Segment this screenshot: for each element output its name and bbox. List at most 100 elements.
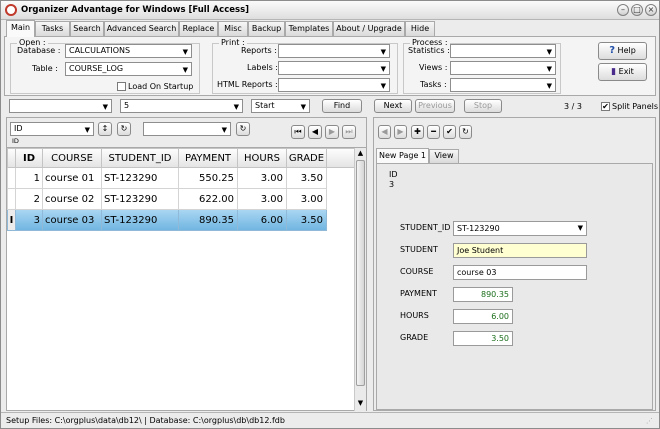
tab-tasks[interactable]: Tasks xyxy=(35,21,70,36)
refresh-icon[interactable]: ↻ xyxy=(117,122,131,136)
tab-hide[interactable]: Hide xyxy=(405,21,435,36)
cell-student-id[interactable]: ST-123290 xyxy=(101,167,179,189)
minimize-button[interactable]: – xyxy=(617,4,629,16)
app-logo-icon xyxy=(5,4,17,16)
views-select[interactable]: ▼ xyxy=(450,61,556,75)
chevron-down-icon: ▼ xyxy=(380,65,386,73)
payment-field[interactable]: 890.35 xyxy=(453,287,513,302)
form-next-icon[interactable]: ▶ xyxy=(394,125,407,139)
cell-course[interactable]: course 03 xyxy=(42,209,102,231)
cell-filler xyxy=(326,209,355,231)
student-id-select[interactable]: ST-123290 ▼ xyxy=(453,221,587,236)
col-header-hours[interactable]: HOURS xyxy=(237,148,287,168)
tab-view[interactable]: View xyxy=(429,149,459,163)
last-record-icon[interactable]: ⏭ xyxy=(342,125,356,139)
cell-id[interactable]: 2 xyxy=(15,188,43,210)
chevron-down-icon: ▼ xyxy=(182,48,188,56)
cell-course[interactable]: course 02 xyxy=(42,188,102,210)
prev-record-icon[interactable]: ◀ xyxy=(308,125,322,139)
student-field[interactable]: Joe Student xyxy=(453,243,587,258)
maximize-button[interactable]: □ xyxy=(631,4,643,16)
stop-button[interactable]: Stop xyxy=(464,99,502,113)
tab-misc[interactable]: Misc xyxy=(218,21,248,36)
cell-grade[interactable]: 3.50 xyxy=(286,167,327,189)
split-panels-checkbox[interactable]: ✔ xyxy=(601,102,610,111)
first-record-icon[interactable]: ⏮ xyxy=(291,125,305,139)
filter-select[interactable]: ▼ xyxy=(143,122,231,136)
close-button[interactable]: × xyxy=(645,4,657,16)
table-row-selected[interactable]: I 3 course 03 ST-123290 890.35 6.00 3.50 xyxy=(7,209,355,231)
delete-record-icon[interactable]: ━ xyxy=(427,125,440,139)
col-header-course[interactable]: COURSE xyxy=(42,148,102,168)
table-row[interactable]: 1 course 01 ST-123290 550.25 3.00 3.50 xyxy=(7,167,355,189)
database-select[interactable]: CALCULATIONS ▼ xyxy=(65,44,192,58)
search-value-select[interactable]: 5 ▼ xyxy=(120,99,243,113)
tab-new-page-1[interactable]: New Page 1 xyxy=(376,148,429,163)
tab-about-upgrade[interactable]: About / Upgrade xyxy=(333,21,405,36)
tab-search[interactable]: Search xyxy=(70,21,104,36)
cell-hours[interactable]: 3.00 xyxy=(237,188,287,210)
cell-payment[interactable]: 890.35 xyxy=(178,209,238,231)
hours-field[interactable]: 6.00 xyxy=(453,309,513,324)
tab-main[interactable]: Main xyxy=(6,20,35,37)
status-text: Setup Files: C:\orgplus\data\db12\ | Dat… xyxy=(6,416,285,425)
labels-select[interactable]: ▼ xyxy=(278,61,390,75)
resize-grip-icon[interactable]: ⋰ xyxy=(646,417,653,425)
cell-grade[interactable]: 3.50 xyxy=(286,209,327,231)
sort-order-icon[interactable]: ↕ xyxy=(98,122,112,136)
find-button[interactable]: Find xyxy=(322,99,362,113)
cell-student-id[interactable]: ST-123290 xyxy=(101,209,179,231)
field-label-payment: PAYMENT xyxy=(400,289,437,298)
tab-advanced-search[interactable]: Advanced Search xyxy=(104,21,179,36)
next-button[interactable]: Next xyxy=(374,99,412,113)
cell-payment[interactable]: 622.00 xyxy=(178,188,238,210)
search-value-text: 5 xyxy=(124,101,130,110)
tab-replace[interactable]: Replace xyxy=(179,21,218,36)
previous-button[interactable]: Previous xyxy=(415,99,455,113)
col-header-grade[interactable]: GRADE xyxy=(286,148,327,168)
col-header-student-id[interactable]: STUDENT_ID xyxy=(101,148,179,168)
statistics-select[interactable]: ▼ xyxy=(450,44,556,58)
save-record-icon[interactable]: ✔ xyxy=(443,125,456,139)
col-header-payment[interactable]: PAYMENT xyxy=(178,148,238,168)
left-panel: ID ▼ ID ↕ ↻ ▼ ↻ ⏮ ◀ ▶ ⏭ ID COURSE STUDENT… xyxy=(6,117,367,411)
search-field-select[interactable]: ▼ xyxy=(9,99,112,113)
grid-vertical-scrollbar[interactable]: ▲ ▼ xyxy=(354,148,366,411)
refresh-filter-icon[interactable]: ↻ xyxy=(236,122,250,136)
load-on-startup-checkbox[interactable] xyxy=(117,82,126,91)
table-row[interactable]: 2 course 02 ST-123290 622.00 3.00 3.00 xyxy=(7,188,355,210)
course-field[interactable]: course 03 xyxy=(453,265,587,280)
cell-id[interactable]: 3 xyxy=(15,209,43,231)
search-position-select[interactable]: Start ▼ xyxy=(251,99,310,113)
cell-id[interactable]: 1 xyxy=(15,167,43,189)
grade-field[interactable]: 3.50 xyxy=(453,331,513,346)
help-button[interactable]: ? Help xyxy=(598,42,647,60)
chevron-down-icon: ▼ xyxy=(233,103,239,111)
cell-course[interactable]: course 01 xyxy=(42,167,102,189)
grid-table: ID COURSE STUDENT_ID PAYMENT HOURS GRADE… xyxy=(7,148,355,231)
cell-student-id[interactable]: ST-123290 xyxy=(101,188,179,210)
cell-payment[interactable]: 550.25 xyxy=(178,167,238,189)
scroll-up-icon[interactable]: ▲ xyxy=(356,149,365,159)
cell-grade[interactable]: 3.00 xyxy=(286,188,327,210)
tasks-select[interactable]: ▼ xyxy=(450,78,556,92)
next-record-icon[interactable]: ▶ xyxy=(325,125,339,139)
cell-hours[interactable]: 3.00 xyxy=(237,167,287,189)
table-select[interactable]: COURSE_LOG ▼ xyxy=(65,62,192,76)
reports-select[interactable]: ▼ xyxy=(278,44,390,58)
split-panels-label: Split Panels xyxy=(612,102,659,111)
scroll-down-icon[interactable]: ▼ xyxy=(356,399,365,409)
col-header-id[interactable]: ID xyxy=(15,148,43,168)
form-prev-icon[interactable]: ◀ xyxy=(378,125,391,139)
html-reports-select[interactable]: ▼ xyxy=(278,78,390,92)
exit-button[interactable]: ▮ Exit xyxy=(598,63,647,81)
field-label-course: COURSE xyxy=(400,267,434,276)
scrollbar-thumb[interactable] xyxy=(356,160,365,386)
tab-backup[interactable]: Backup xyxy=(248,21,285,36)
add-record-icon[interactable]: ✚ xyxy=(411,125,424,139)
sort-field-select[interactable]: ID ▼ xyxy=(10,122,94,136)
refresh-form-icon[interactable]: ↻ xyxy=(459,125,472,139)
tab-templates[interactable]: Templates xyxy=(285,21,333,36)
cell-hours[interactable]: 6.00 xyxy=(237,209,287,231)
tasks-label: Tasks : xyxy=(420,80,447,89)
